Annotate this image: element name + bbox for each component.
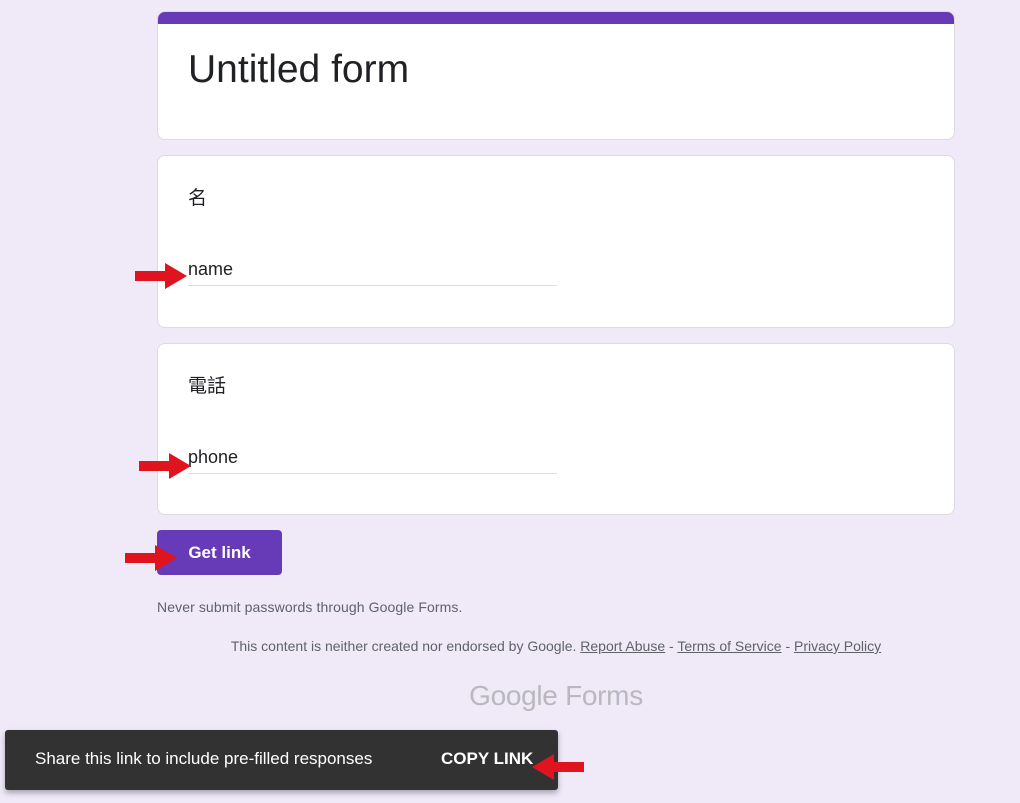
snackbar: Share this link to include pre-filled re… — [5, 730, 558, 790]
name-answer-field[interactable]: name — [188, 256, 557, 286]
link-separator: - — [781, 638, 795, 654]
privacy-policy-link[interactable]: Privacy Policy — [794, 638, 881, 654]
copy-link-button[interactable]: COPY LINK — [441, 749, 533, 769]
answer-value: name — [188, 259, 234, 279]
question-card-name: 名 name — [157, 155, 955, 328]
report-abuse-link[interactable]: Report Abuse — [580, 638, 665, 654]
red-arrow-right-icon — [139, 453, 191, 479]
google-forms-logo[interactable]: Google Forms — [157, 680, 955, 712]
question-title: 名 — [188, 188, 208, 209]
logo-google-text: Google — [469, 680, 558, 711]
accent-bar — [158, 12, 954, 24]
snackbar-message: Share this link to include pre-filled re… — [35, 749, 373, 768]
form-title: Untitled form — [188, 48, 410, 91]
password-warning: Never submit passwords through Google Fo… — [157, 599, 463, 615]
phone-answer-field[interactable]: phone — [188, 444, 557, 474]
question-card-phone: 電話 phone — [157, 343, 955, 515]
red-arrow-left-icon — [532, 754, 584, 780]
answer-value: phone — [188, 447, 239, 467]
footer-disclaimer-line: This content is neither created nor endo… — [157, 638, 955, 654]
form-title-card: Untitled form — [157, 11, 955, 140]
red-arrow-right-icon — [135, 263, 187, 289]
red-arrow-right-icon — [125, 545, 177, 571]
disclaimer-text: This content is neither created nor endo… — [230, 638, 577, 654]
question-title: 電話 — [188, 376, 227, 397]
logo-forms-text: Forms — [565, 680, 643, 711]
link-separator: - — [665, 638, 678, 654]
terms-of-service-link[interactable]: Terms of Service — [677, 638, 781, 654]
